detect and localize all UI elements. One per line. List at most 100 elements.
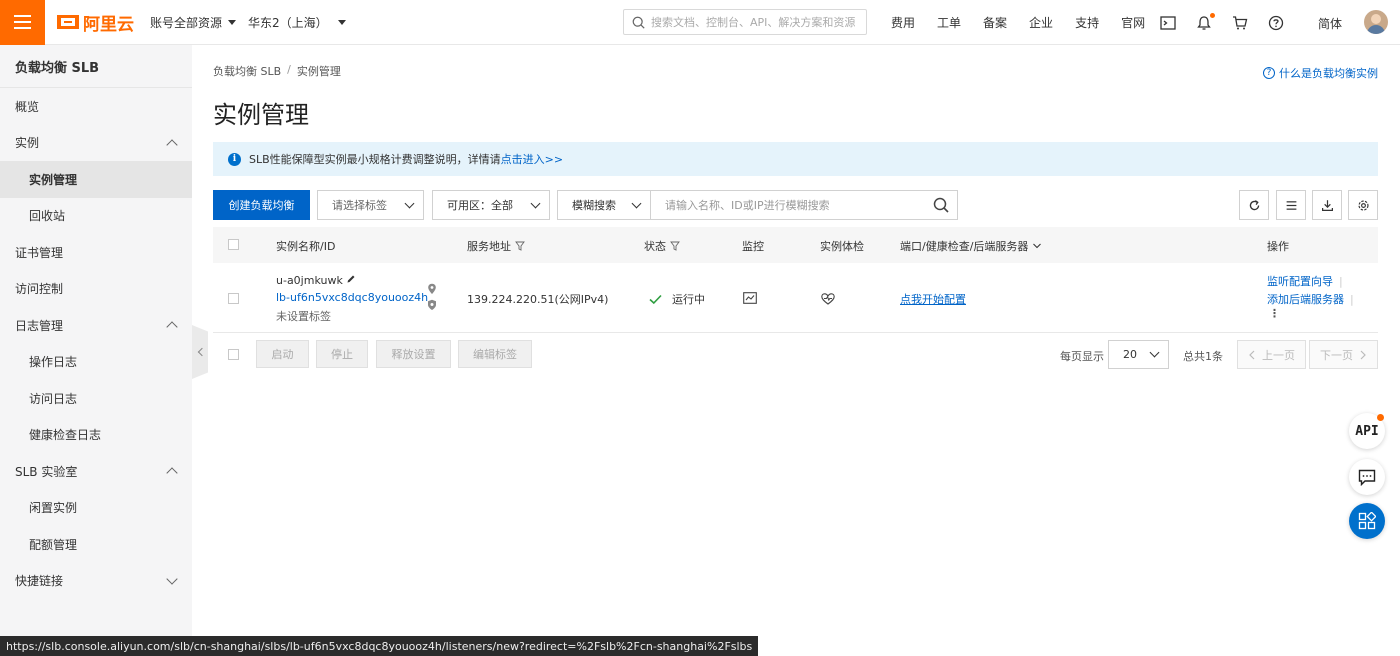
instance-id-link[interactable]: lb-uf6n5vxc8dqc8youooz4h [276, 291, 428, 304]
action-label: 监听配置向导 [1267, 275, 1333, 288]
caret-down-icon [337, 19, 346, 25]
language-select[interactable]: 简体 [1318, 15, 1342, 32]
column-header-monitor: 监控 [742, 240, 764, 253]
sidebar-item-log-management[interactable]: 日志管理 [0, 307, 192, 344]
sidebar-item-label: 访问控制 [15, 282, 64, 297]
sidebar-item-instance-management[interactable]: 实例管理 [0, 161, 192, 198]
health-heart-icon[interactable] [821, 293, 835, 305]
top-link-website[interactable]: 官网 [1121, 14, 1145, 31]
table-footer: 启动 停止 释放设置 编辑标签 每页显示 20 总共1条 上一页 下一页 [213, 340, 1378, 370]
create-load-balancer-button[interactable]: 创建负载均衡 [213, 190, 310, 220]
shield-icon[interactable] [427, 299, 437, 311]
global-search[interactable] [623, 9, 867, 35]
filter-icon[interactable] [670, 241, 680, 251]
zone-select-value: 全部 [491, 199, 513, 212]
column-header-status: 状态 [644, 238, 680, 254]
breadcrumb-item-slb[interactable]: 负载均衡 SLB [213, 63, 281, 79]
more-actions-icon[interactable]: ⋮ [1267, 308, 1354, 327]
page-size-label: 每页显示 [1060, 350, 1104, 363]
sidebar-item-label: 快捷链接 [15, 574, 64, 589]
top-link-icp[interactable]: 备案 [983, 14, 1007, 31]
refresh-button[interactable] [1239, 190, 1269, 220]
sidebar-item-instances[interactable]: 实例 [0, 125, 192, 162]
release-settings-button[interactable]: 释放设置 [376, 340, 451, 368]
next-page-button[interactable]: 下一页 [1309, 340, 1378, 369]
chevron-down-icon [1149, 347, 1160, 358]
user-avatar[interactable] [1364, 10, 1388, 34]
download-button[interactable] [1312, 190, 1342, 220]
top-links: 费用 工单 备案 企业 支持 官网 [880, 0, 1156, 45]
sidebar-item-overview[interactable]: 概览 [0, 88, 192, 125]
start-button[interactable]: 启动 [256, 340, 309, 368]
notice-link[interactable]: 点击进入>> [501, 151, 563, 167]
top-link-tickets[interactable]: 工单 [937, 14, 961, 31]
breadcrumb-item-current: 实例管理 [296, 65, 341, 78]
cart-icon[interactable] [1232, 15, 1248, 31]
sidebar-item-health-check-log[interactable]: 健康检查日志 [0, 417, 192, 454]
add-backend-server-link[interactable]: 添加后端服务器 | [1267, 291, 1354, 309]
sidebar-item-idle-instances[interactable]: 闲置实例 [0, 490, 192, 527]
global-search-input[interactable] [651, 15, 861, 29]
select-all-checkbox[interactable] [228, 239, 239, 250]
sidebar-item-access-control[interactable]: 访问控制 [0, 271, 192, 308]
help-link[interactable]: ? 什么是负载均衡实例 [1263, 65, 1378, 81]
column-header-address: 服务地址 [467, 238, 525, 254]
apps-button[interactable] [1349, 503, 1385, 539]
download-icon [1321, 199, 1333, 211]
listener-wizard-link[interactable]: 监听配置向导 | [1267, 273, 1354, 291]
chevron-down-icon [631, 198, 642, 209]
instance-tag: 未设置标签 [276, 310, 331, 323]
api-button[interactable]: API [1349, 413, 1385, 449]
search-mode-select[interactable]: 模糊搜索 [557, 190, 651, 220]
top-link-enterprise[interactable]: 企业 [1029, 14, 1053, 31]
footer-select-all-checkbox[interactable] [228, 349, 239, 360]
location-icon[interactable] [427, 283, 437, 295]
top-link-fees[interactable]: 费用 [891, 14, 915, 31]
sidebar-item-label: 访问日志 [29, 391, 78, 406]
tag-select[interactable]: 请选择标签 [317, 190, 424, 220]
terminal-icon[interactable] [1160, 15, 1176, 31]
stop-button[interactable]: 停止 [316, 340, 368, 368]
prev-page-button[interactable]: 上一页 [1237, 340, 1306, 369]
instance-search[interactable] [650, 190, 958, 220]
sidebar-item-certificates[interactable]: 证书管理 [0, 234, 192, 271]
chevron-left-icon [1249, 350, 1255, 359]
toolbar: 创建负载均衡 请选择标签 可用区： 全部 模糊搜索 [213, 190, 1378, 220]
sidebar-item-operation-log[interactable]: 操作日志 [0, 344, 192, 381]
help-icon[interactable] [1268, 15, 1284, 31]
row-checkbox[interactable] [228, 293, 239, 304]
prev-page-label: 上一页 [1262, 348, 1295, 362]
sidebar-item-recycle-bin[interactable]: 回收站 [0, 198, 192, 235]
column-header-label: 端口/健康检查/后端服务器 [900, 240, 1029, 253]
sidebar-item-label: 回收站 [29, 209, 66, 224]
list-icon [1286, 200, 1296, 210]
top-navigation-bar: 阿里云 账号全部资源 华东2（上海） 费用 工单 备案 企业 支持 官网 简 [0, 0, 1400, 45]
edit-icon[interactable] [346, 274, 356, 284]
search-icon[interactable] [933, 197, 949, 213]
column-header-ports[interactable]: 端口/健康检查/后端服务器 [900, 238, 1042, 254]
zone-select[interactable]: 可用区： 全部 [432, 190, 550, 220]
settings-button[interactable] [1348, 190, 1378, 220]
sidebar-item-shortcuts[interactable]: 快捷链接 [0, 563, 192, 600]
region-select[interactable]: 华东2（上海） [248, 14, 346, 31]
sidebar-item-access-log[interactable]: 访问日志 [0, 380, 192, 417]
start-config-link[interactable]: 点我开始配置 [900, 291, 966, 307]
sidebar-item-slb-lab[interactable]: SLB 实验室 [0, 453, 192, 490]
sidebar-item-label: 配额管理 [29, 537, 78, 552]
bell-icon[interactable] [1196, 12, 1215, 31]
sidebar-collapse-handle[interactable] [192, 325, 208, 379]
account-resource-select[interactable]: 账号全部资源 [150, 14, 237, 31]
edit-tags-button[interactable]: 编辑标签 [458, 340, 532, 368]
table-row: u-a0jmkuwk lb-uf6n5vxc8dqc8youooz4h 未设置标… [213, 263, 1378, 333]
page-size-select[interactable]: 20 [1108, 340, 1169, 369]
aliyun-logo[interactable]: 阿里云 [57, 10, 134, 35]
column-settings-button[interactable] [1276, 190, 1306, 220]
filter-icon[interactable] [515, 241, 525, 251]
instance-search-input[interactable] [651, 191, 921, 219]
sidebar-item-quota-management[interactable]: 配额管理 [0, 526, 192, 563]
monitor-chart-icon[interactable] [743, 292, 757, 304]
top-link-support[interactable]: 支持 [1075, 14, 1099, 31]
menu-icon[interactable] [0, 0, 45, 45]
chat-button[interactable] [1349, 459, 1385, 495]
notification-dot [1210, 12, 1215, 18]
